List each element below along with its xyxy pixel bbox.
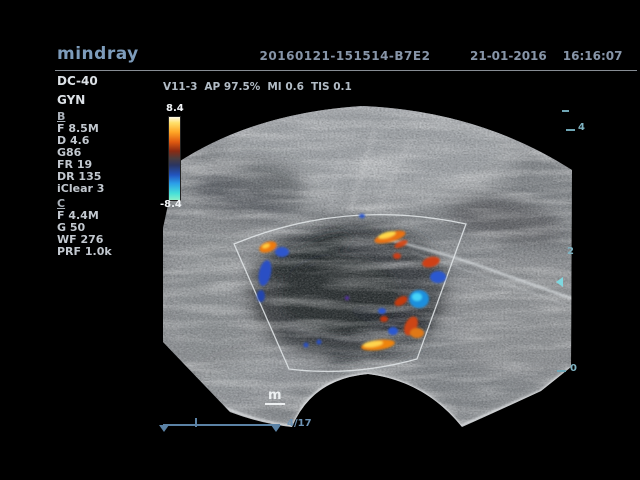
- mindray-logo: mindray: [57, 44, 139, 64]
- ultrasound-screen: mindray 20160121-151514-B7E2 21-01-2016 …: [0, 0, 640, 480]
- depth-tick: [557, 370, 566, 372]
- orientation-marker: m: [268, 388, 282, 403]
- c-param-prf: PRF 1.0k: [57, 245, 112, 258]
- header-divider: [55, 70, 637, 71]
- fan-tissue: [150, 90, 595, 440]
- exam-id: 20160121-151514-B7E2: [250, 49, 440, 63]
- tis-label: TIS 0.1: [311, 81, 352, 93]
- mi-label: MI 0.6: [267, 81, 304, 93]
- b-param-iclear: iClear 3: [57, 182, 104, 195]
- focus-position-marker[interactable]: [556, 277, 563, 287]
- image-info-bar: V11-3 AP 97.5% MI 0.6 TIS 0.1: [163, 81, 352, 93]
- depth-tick: [562, 110, 569, 112]
- velocity-scale-max: 8.4: [166, 103, 184, 114]
- scale-ruler: [163, 424, 280, 426]
- machine-model: DC-40: [57, 74, 98, 88]
- ruler-end-marker: [271, 425, 281, 432]
- ruler-start-marker: [159, 425, 169, 432]
- velocity-scale-min: -8.4: [160, 199, 182, 210]
- exam-preset: GYN: [57, 93, 85, 107]
- depth-mark-4: 4: [578, 122, 585, 133]
- time-label: 16:16:07: [563, 49, 623, 63]
- datetime: 21-01-2016 16:16:07: [470, 49, 628, 63]
- cine-frame-counter[interactable]: 4/17: [287, 418, 312, 429]
- orientation-marker-underline: [265, 403, 285, 405]
- scale-ruler-tick: [195, 418, 197, 427]
- depth-mark-2: 2: [567, 246, 574, 257]
- depth-mark-0: 0: [570, 363, 577, 374]
- depth-tick: [566, 129, 575, 131]
- acoustic-power-label: AP 97.5%: [204, 81, 260, 93]
- probe-label: V11-3: [163, 81, 197, 93]
- date-label: 21-01-2016: [470, 49, 547, 63]
- doppler-color-bar: [168, 116, 181, 201]
